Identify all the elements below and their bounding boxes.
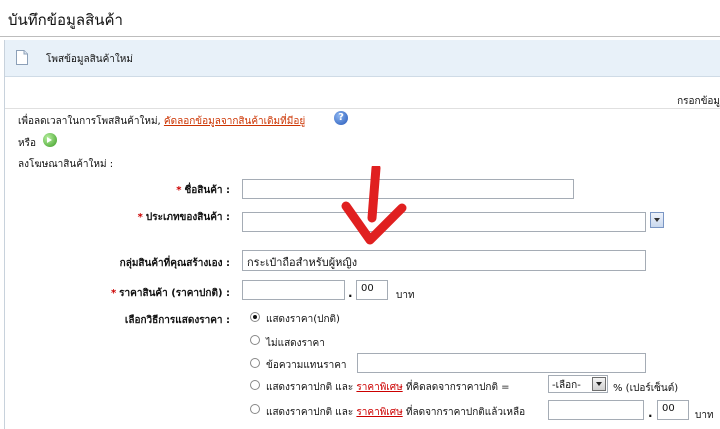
copy-instruction: เพื่อลดเวลาในการโพสสินค้าใหม่, คัดลอกข้อ…: [18, 114, 305, 129]
decimal-point: .: [648, 406, 653, 420]
page-title: บันทึกข้อมูลสินค้า: [8, 11, 123, 29]
special-price-link[interactable]: ราคาพิเศษ: [356, 407, 402, 418]
option-suffix: ที่ลดจากราคาปกติแล้วเหลือ: [402, 407, 526, 418]
help-icon[interactable]: ?: [334, 111, 348, 125]
chevron-down-icon[interactable]: [592, 377, 606, 391]
price-label: * ราคาสินค้า (ราคาปกติ) :: [111, 286, 230, 301]
display-option-label: ไม่แสดงราคา: [266, 338, 325, 349]
price-text-input[interactable]: [357, 353, 646, 373]
title-divider: [0, 36, 720, 37]
fill-info-note: กรอกข้อมู: [677, 96, 720, 107]
price-label-text: ราคาสินค้า (ราคาปกติ) :: [119, 288, 230, 299]
copy-existing-link[interactable]: คัดลอกข้อมูลจากสินค้าเดิมที่มีอยู่: [164, 116, 305, 127]
price-unit: บาท: [396, 290, 415, 301]
product-name-label-text: ชื่อสินค้า :: [184, 185, 230, 196]
required-mark: *: [176, 185, 182, 196]
product-type-dropdown-button[interactable]: [650, 212, 664, 228]
product-name-label: * ชื่อสินค้า :: [176, 183, 230, 198]
product-type-label: * ประเภทของสินค้า :: [138, 210, 230, 225]
display-method-label: เลือกวิธีการแสดงราคา :: [124, 315, 230, 326]
special-price-unit: บาท: [695, 410, 714, 421]
display-option-radio[interactable]: [250, 404, 260, 414]
display-option-label: ข้อความแทนราคา: [266, 360, 347, 371]
display-option-radio[interactable]: [250, 312, 260, 322]
special-price-baht-input[interactable]: [548, 400, 644, 420]
display-option-radio[interactable]: [250, 335, 260, 345]
option-prefix: แสดงราคาปกติ และ: [266, 407, 357, 418]
product-type-input[interactable]: [242, 212, 646, 232]
required-mark: *: [137, 212, 143, 223]
product-type-label-text: ประเภทของสินค้า :: [145, 212, 230, 223]
custom-group-label: กลุ่มสินค้าที่คุณสร้างเอง :: [119, 258, 230, 269]
price-satang-input[interactable]: 00: [356, 280, 388, 300]
special-price-satang-input[interactable]: 00: [657, 400, 689, 420]
green-arrow-icon[interactable]: [43, 133, 57, 147]
divider: [5, 108, 720, 109]
document-icon: [16, 50, 28, 65]
or-label: หรือ: [18, 138, 36, 149]
form-heading: ลงโฆษณาสินค้าใหม่ :: [18, 159, 114, 170]
percent-unit: % (เปอร์เซ็นต์): [613, 383, 679, 394]
display-option-radio[interactable]: [250, 380, 260, 390]
copy-prefix: เพื่อลดเวลาในการโพสสินค้าใหม่,: [18, 116, 164, 127]
option-prefix: แสดงราคาปกติ และ: [266, 382, 357, 393]
decimal-point: .: [348, 286, 353, 300]
display-option-radio[interactable]: [250, 358, 260, 368]
percent-select-value: -เลือก-: [552, 380, 581, 391]
option-suffix: ที่คิดลดจากราคาปกติ =: [402, 382, 510, 393]
custom-group-input[interactable]: กระเป๋าถือสำหรับผู้หญิง: [242, 250, 646, 271]
display-option-label: แสดงราคา(ปกติ): [266, 314, 340, 325]
red-arrow-annotation: [341, 166, 407, 245]
display-option-label: แสดงราคาปกติ และ ราคาพิเศษ ที่คิดลดจากรา…: [266, 380, 510, 395]
required-mark: *: [110, 288, 117, 299]
panel-header-title: โพสข้อมูลสินค้าใหม่: [46, 54, 133, 65]
display-option-label: แสดงราคาปกติ และ ราคาพิเศษ ที่ลดจากราคาป…: [266, 405, 525, 420]
price-baht-input[interactable]: [242, 280, 345, 300]
special-price-link[interactable]: ราคาพิเศษ: [356, 382, 402, 393]
